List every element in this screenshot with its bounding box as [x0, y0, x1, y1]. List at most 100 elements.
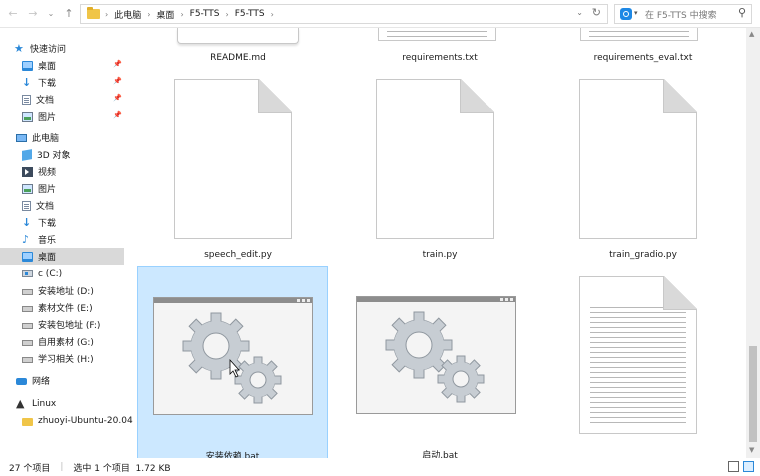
- address-toolbar: ← → ⌄ ↑ › 此电脑 › 桌面 › F5-TTS › F5-TTS › ⌄…: [0, 0, 760, 28]
- download-icon: ↓: [22, 75, 32, 89]
- pin-icon: 📌: [113, 77, 122, 85]
- sidebar-item-documents[interactable]: 文档: [22, 197, 126, 214]
- documents-icon: [22, 200, 31, 211]
- file-item[interactable]: 启动.bat: [344, 266, 536, 458]
- search-input[interactable]: 在 F5-TTS 中搜索: [645, 8, 717, 21]
- scroll-down-arrow-icon[interactable]: ▼: [749, 446, 754, 454]
- sidebar-item-label: 3D 对象: [37, 151, 71, 161]
- sidebar-item-drive-g[interactable]: 自用素材 (G:): [22, 333, 126, 350]
- pictures-icon: [22, 111, 33, 122]
- sidebar-item-pictures[interactable]: 图片: [22, 180, 126, 197]
- forward-arrow-icon[interactable]: →: [26, 7, 40, 21]
- sidebar-item-label: 下载: [38, 79, 57, 89]
- sidebar-item-drive-e[interactable]: 素材文件 (E:): [22, 299, 126, 316]
- search-icon[interactable]: ⚲: [738, 6, 746, 19]
- file-item[interactable]: train_gradio.py: [547, 74, 739, 270]
- sidebar-item-label: c (C:): [38, 268, 63, 279]
- sidebar-item-drive-h[interactable]: 学习相关 (H:): [22, 350, 126, 367]
- scrollbar-thumb[interactable]: [749, 346, 757, 442]
- breadcrumb-item-f5-tts[interactable]: F5-TTS: [190, 9, 220, 19]
- 3d-objects-icon: [22, 148, 32, 161]
- status-divider: |: [60, 462, 64, 472]
- file-item[interactable]: requirements.txt: [344, 28, 536, 74]
- recent-locations-chevron-icon[interactable]: ⌄: [44, 7, 58, 21]
- pin-icon: 📌: [113, 94, 122, 102]
- sidebar-item-label: 桌面: [38, 62, 57, 72]
- sidebar-item-label: 图片: [38, 113, 57, 123]
- text-file-icon: [378, 28, 496, 41]
- scroll-up-arrow-icon[interactable]: ▲: [749, 30, 754, 38]
- sidebar-item-drive-f[interactable]: 安装包地址 (F:): [22, 316, 126, 333]
- sidebar-item-label: 文档: [36, 202, 55, 212]
- drive-icon: [22, 322, 33, 329]
- file-item[interactable]: README.md: [142, 28, 334, 74]
- pictures-icon: [22, 183, 33, 194]
- refresh-icon[interactable]: ↻: [592, 6, 601, 19]
- sidebar-item-downloads[interactable]: ↓ 下载: [22, 214, 126, 231]
- download-icon: ↓: [22, 215, 32, 229]
- sidebar-item-documents-pinned[interactable]: 文档 📌: [22, 91, 126, 108]
- file-view: README.md requirements.txt requirements_…: [136, 28, 746, 458]
- blank-file-icon: [579, 79, 697, 239]
- breadcrumb-item-f5-tts-inner[interactable]: F5-TTS: [235, 9, 265, 19]
- file-name: 安装依赖.bat: [205, 452, 260, 458]
- details-view-icon[interactable]: [728, 461, 739, 472]
- page-fold: [663, 79, 697, 113]
- sidebar-item-music[interactable]: ♪ 音乐: [22, 231, 126, 248]
- sidebar-item-label: 自用素材 (G:): [38, 338, 94, 348]
- drive-icon: [22, 356, 33, 363]
- folder-icon: [22, 417, 33, 426]
- text-file-icon: [580, 28, 698, 41]
- large-icons-view-icon[interactable]: [743, 461, 754, 472]
- sidebar-item-desktop[interactable]: 桌面: [0, 248, 124, 265]
- sidebar-item-label: zhuoyi-Ubuntu-20.04: [38, 415, 133, 426]
- folder-icon: [87, 7, 100, 19]
- sidebar-item-ubuntu[interactable]: zhuoyi-Ubuntu-20.04: [22, 412, 133, 429]
- breadcrumb-chevron-icon: ›: [147, 9, 151, 19]
- navigation-pane: ★ 快速访问 桌面 📌 ↓ 下载 📌 文档 📌 图片 📌 此电脑 3D 对象 视…: [0, 30, 136, 458]
- breadcrumb-chevron-icon: ›: [105, 9, 109, 19]
- sidebar-item-label: 图片: [38, 185, 57, 195]
- breadcrumb-item-this-pc[interactable]: 此电脑: [114, 8, 141, 21]
- gears-icon: [385, 311, 485, 403]
- vertical-scrollbar[interactable]: ▲ ▼: [746, 28, 760, 458]
- address-dropdown-icon[interactable]: ⌄: [576, 8, 583, 17]
- back-arrow-icon[interactable]: ←: [6, 7, 20, 21]
- sidebar-item-label: 音乐: [38, 236, 57, 246]
- file-item[interactable]: speech_edit.py: [142, 74, 334, 270]
- up-arrow-icon[interactable]: ↑: [62, 7, 76, 21]
- drive-icon: [22, 339, 33, 346]
- sidebar-item-drive-d[interactable]: 安装地址 (D:): [22, 282, 126, 299]
- file-item-selected[interactable]: 安装依赖.bat: [137, 266, 328, 458]
- search-box[interactable]: ▾ 在 F5-TTS 中搜索 ⚲: [614, 4, 752, 24]
- batch-file-icon: [153, 297, 313, 415]
- sidebar-item-this-pc[interactable]: 此电脑: [16, 129, 142, 146]
- file-item[interactable]: train.py: [344, 74, 536, 270]
- file-item[interactable]: requirements_eval.txt: [547, 28, 739, 74]
- gears-icon: [182, 312, 282, 404]
- sidebar-item-label: 安装地址 (D:): [38, 287, 94, 297]
- sidebar-item-quick-access[interactable]: ★ 快速访问: [14, 40, 140, 57]
- sidebar-item-linux[interactable]: ▲ Linux: [16, 395, 142, 412]
- breadcrumb-item-desktop[interactable]: 桌面: [156, 8, 174, 21]
- sidebar-item-videos[interactable]: 视频: [22, 163, 126, 180]
- search-engine-dropdown-icon[interactable]: ▾: [634, 9, 638, 17]
- sidebar-item-downloads-pinned[interactable]: ↓ 下载 📌: [22, 74, 126, 91]
- sidebar-item-pictures-pinned[interactable]: 图片 📌: [22, 108, 126, 125]
- documents-icon: [22, 94, 31, 105]
- address-bar[interactable]: › 此电脑 › 桌面 › F5-TTS › F5-TTS › ⌄ ↻: [80, 4, 608, 24]
- breadcrumb-chevron-icon[interactable]: ›: [271, 10, 274, 19]
- desktop-icon: [22, 251, 33, 262]
- file-name: requirements_eval.txt: [593, 53, 693, 63]
- text-file-icon: [579, 276, 697, 434]
- sidebar-item-network[interactable]: 网络: [16, 372, 142, 389]
- drive-icon: [22, 288, 33, 295]
- sidebar-item-3d-objects[interactable]: 3D 对象: [22, 146, 126, 163]
- file-item[interactable]: [547, 266, 739, 458]
- sidebar-item-desktop-pinned[interactable]: 桌面 📌: [22, 57, 126, 74]
- page-fold: [258, 79, 292, 113]
- sidebar-item-drive-c[interactable]: c (C:): [22, 265, 126, 282]
- computer-icon: [16, 133, 27, 142]
- sidebar-item-label: 下载: [38, 219, 57, 229]
- status-bar: 27 个项目 | 选中 1 个项目 1.72 KB: [0, 458, 760, 476]
